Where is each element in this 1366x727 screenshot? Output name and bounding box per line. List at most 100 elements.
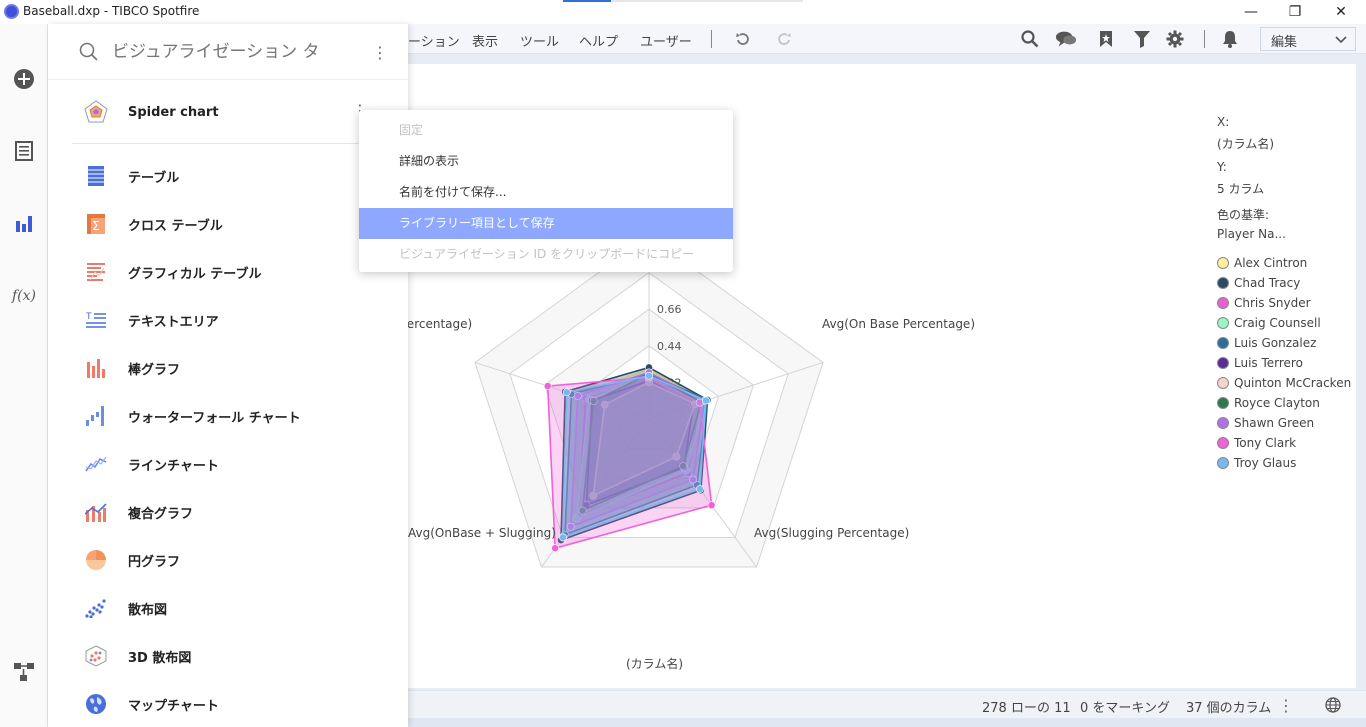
table-icon [72, 160, 120, 192]
viz-item-scatter-plot[interactable]: 散布図 [72, 588, 408, 628]
legend-item-label: Shawn Green [1234, 416, 1315, 430]
viz-item-label: マップチャート [128, 698, 219, 714]
legend-color-value[interactable]: Player Na... [1217, 227, 1286, 241]
radar-point [551, 544, 560, 553]
radar-tick-label: 0.66 [657, 303, 682, 316]
legend-item-label: Luis Terrero [1234, 356, 1303, 370]
pie-chart-icon [72, 544, 120, 576]
svg-text:T: T [86, 312, 92, 322]
line-chart-icon [72, 448, 120, 480]
legend-item[interactable]: Luis Terrero [1217, 355, 1303, 371]
viz-item-cross-table[interactable]: Σ クロス テーブル [72, 204, 408, 244]
visualization-panel: ⋮ Spider chart テーブル Σ クロス テーブルグラフィカル テーブル T… [48, 24, 408, 727]
viz-item-pie-chart[interactable]: 円グラフ [72, 540, 408, 580]
legend-swatch [1217, 397, 1229, 409]
legend-swatch [1217, 437, 1229, 449]
legend-item-label: Royce Clayton [1234, 396, 1320, 410]
panel-search-row: ⋮ [48, 24, 408, 80]
viz-item-line-chart[interactable]: ラインチャート [72, 444, 408, 484]
viz-item-map-chart[interactable]: マップチャート [72, 684, 408, 724]
legend-item[interactable]: Chris Snyder [1217, 295, 1311, 311]
combination-chart-icon [72, 496, 120, 528]
viz-item-label: ラインチャート [128, 458, 219, 474]
visualization-search-input[interactable] [112, 37, 322, 67]
status-more-icon[interactable]: ⋮ [1276, 695, 1296, 715]
viz-item-label: グラフィカル テーブル [128, 266, 262, 282]
legend-x-value[interactable]: (カラム名) [1217, 135, 1274, 152]
ctx-item-0: 固定 [399, 123, 424, 137]
spider-chart-icon [72, 96, 120, 128]
viz-item-waterfall-chart[interactable]: ウォーターフォール チャート [72, 396, 408, 436]
legend-swatch [1217, 457, 1229, 469]
panel-more-icon[interactable]: ⋮ [370, 42, 390, 62]
legend-item[interactable]: Chad Tracy [1217, 275, 1300, 291]
legend-item[interactable]: Royce Clayton [1217, 395, 1320, 411]
axis-label-batting: Percentage) [400, 317, 473, 331]
radar-point [562, 388, 571, 397]
graphical-table-icon [72, 256, 120, 288]
viz-item-bar-chart[interactable]: 棒グラフ [72, 348, 408, 388]
status-row-count: 278 ローの 11 [982, 701, 1071, 716]
viz-item-label: ウォーターフォール チャート [128, 410, 301, 426]
viz-item-label: 円グラフ [128, 554, 181, 570]
legend-swatch [1217, 417, 1229, 429]
legend-item-label: Luis Gonzalez [1234, 336, 1317, 350]
legend-swatch [1217, 257, 1229, 269]
ctx-item-2[interactable]: 名前を付けて保存... [359, 177, 733, 208]
legend-item[interactable]: Luis Gonzalez [1217, 335, 1316, 351]
legend-item[interactable]: Shawn Green [1217, 415, 1314, 431]
ctx-item-1[interactable]: 詳細の表示 [359, 146, 733, 177]
3d-scatter-plot-icon [72, 640, 120, 672]
legend-color-label: 色の基準: [1217, 208, 1270, 222]
viz-item-3d-scatter-plot[interactable]: 3D 散布図 [72, 636, 408, 676]
legend-item-label: Quinton McCracken [1234, 376, 1352, 390]
radar-point [695, 485, 704, 493]
viz-item-label: 棒グラフ [128, 362, 181, 378]
viz-item-graphical-table[interactable]: グラフィカル テーブル [72, 252, 408, 292]
legend-swatch [1217, 377, 1229, 389]
radar-tick-label: 0.44 [657, 340, 682, 353]
legend-swatch [1217, 277, 1229, 289]
context-menu: 固定詳細の表示 名前を付けて保存... ライブラリー項目として保存ビジュアライゼーシ… [359, 110, 733, 272]
x-axis-title: (カラム名) [626, 657, 684, 671]
viz-item-label: テキストエリア [128, 314, 219, 330]
axis-label-onbase-slugging: Avg(OnBase + Slugging) [408, 526, 556, 540]
legend-item[interactable]: Tony Clark [1217, 435, 1296, 451]
pinned-label: Spider chart [128, 104, 219, 120]
legend-item[interactable]: Craig Counsell [1217, 315, 1321, 331]
legend-item[interactable]: Troy Glaus [1217, 455, 1296, 471]
viz-item-label: 散布図 [128, 602, 168, 618]
ctx-item-4: ビジュアライゼーション ID をクリップボードにコピー [399, 247, 695, 261]
viz-item-label: 複合グラフ [128, 506, 194, 522]
viz-item-label: クロス テーブル [128, 218, 223, 234]
legend-item-label: Troy Glaus [1234, 456, 1297, 470]
bottom-strip [408, 718, 1366, 727]
globe-icon[interactable] [1322, 694, 1344, 716]
radar-point [707, 501, 716, 510]
legend-y-label: Y: [1217, 160, 1227, 174]
radar-point [645, 371, 653, 380]
legend-item-label: Chris Snyder [1234, 296, 1311, 310]
legend-item[interactable]: Quinton McCracken [1217, 375, 1351, 391]
legend-swatch [1217, 337, 1229, 349]
viz-item-label: 3D 散布図 [128, 650, 192, 666]
waterfall-chart-icon [72, 400, 120, 432]
legend-item-label: Craig Counsell [1234, 316, 1321, 330]
svg-text:Σ: Σ [92, 219, 100, 233]
viz-item-text-area[interactable]: T テキストエリア [72, 300, 408, 340]
legend-y-value[interactable]: 5 カラム [1217, 180, 1264, 197]
radar-point [702, 396, 710, 405]
status-marked-count: 0 をマーキング [1080, 701, 1171, 716]
cross-table-icon: Σ [72, 208, 120, 240]
legend-item-label: Chad Tracy [1234, 276, 1301, 290]
legend-swatch [1217, 317, 1229, 329]
status-bar: 278 ローの 11 0 をマーキング 37 個のカラム ⋮ [408, 690, 1366, 718]
ctx-item-3[interactable]: ライブラリー項目として保存 [359, 208, 733, 239]
viz-item-table[interactable]: テーブル [72, 156, 408, 196]
pinned-divider [72, 143, 408, 144]
viz-item-combination-chart[interactable]: 複合グラフ [72, 492, 408, 532]
axis-label-on-base: Avg(On Base Percentage) [822, 317, 975, 331]
legend-item[interactable]: Alex Cintron [1217, 255, 1307, 271]
map-chart-icon [72, 688, 120, 720]
bar-chart-icon [72, 352, 120, 384]
